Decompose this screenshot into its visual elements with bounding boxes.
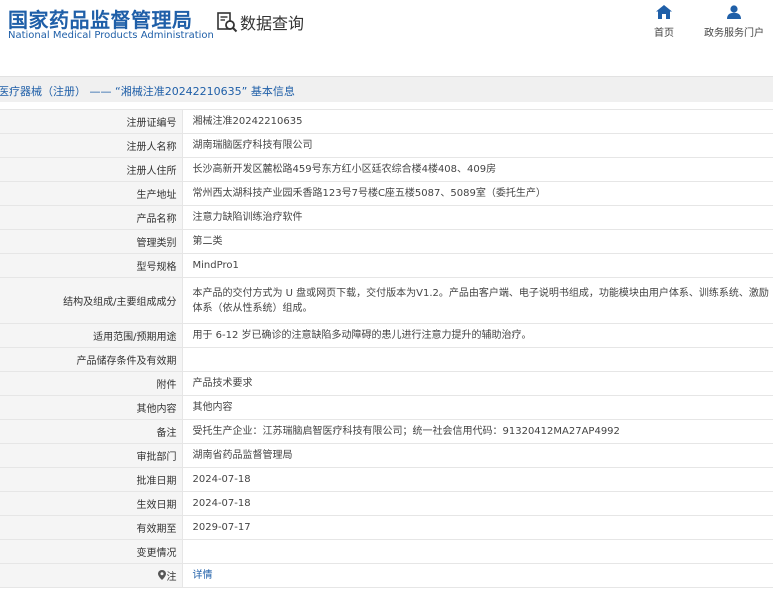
- field-value: 长沙高新开发区麓松路459号东方红小区廷农综合楼4楼408、409房: [182, 157, 773, 182]
- table-row: 适用范围/预期用途 用于 6-12 岁已确诊的注意缺陷多动障碍的患儿进行注意力提升…: [0, 323, 773, 348]
- field-label: 型号规格: [0, 253, 183, 278]
- site-header: 国家药品监督管理局 National Medical Products Admi…: [0, 0, 773, 56]
- table-row: 注册证编号 湘械注准20242210635: [0, 109, 773, 134]
- field-value: 注意力缺陷训练治疗软件: [182, 205, 773, 230]
- field-label: 注册证编号: [0, 109, 183, 134]
- table-row: 变更情况: [0, 539, 773, 564]
- table-row: 结构及组成/主要组成成分 本产品的交付方式为 U 盘或网页下载，交付版本为V1.2…: [0, 277, 773, 324]
- note-label-cell: 注: [0, 563, 183, 588]
- field-value: 受托生产企业：江苏瑞脑启智医疗科技有限公司；统一社会信用代码：91320412M…: [182, 419, 773, 444]
- field-value: 用于 6-12 岁已确诊的注意缺陷多动障碍的患儿进行注意力提升的辅助治疗。: [182, 323, 773, 348]
- home-icon: [656, 5, 672, 19]
- field-value: 2024-07-18: [182, 491, 773, 516]
- detail-table: 注册证编号 湘械注准20242210635 注册人名称 湖南瑞脑医疗科技有限公司 注…: [0, 109, 773, 588]
- table-row: 管理类别 第二类: [0, 229, 773, 254]
- document-search-icon: [217, 12, 238, 33]
- table-row: 产品储存条件及有效期: [0, 347, 773, 372]
- nav-gov-portal[interactable]: 政务服务门户: [700, 5, 768, 39]
- field-label: 其他内容: [0, 395, 183, 420]
- field-label: 审批部门: [0, 443, 183, 468]
- field-value: [182, 539, 773, 564]
- field-label: 生效日期: [0, 491, 183, 516]
- table-row: 注册人住所 长沙高新开发区麓松路459号东方红小区廷农综合楼4楼408、409房: [0, 157, 773, 182]
- field-value: 湖南瑞脑医疗科技有限公司: [182, 133, 773, 158]
- field-value: 产品技术要求: [182, 371, 773, 396]
- table-row: 生效日期 2024-07-18: [0, 491, 773, 516]
- field-label: 产品储存条件及有效期: [0, 347, 183, 372]
- note-value: 详情: [182, 563, 773, 588]
- field-value: 第二类: [182, 229, 773, 254]
- field-label: 注册人住所: [0, 157, 183, 182]
- field-label: 批准日期: [0, 467, 183, 492]
- nav-gov-label: 政务服务门户: [704, 28, 764, 39]
- field-value: 常州西太湖科技产业园禾香路123号7号楼C座五楼5087、5089室（委托生产）: [182, 181, 773, 206]
- table-row: 其他内容 其他内容: [0, 395, 773, 420]
- record-title: 医疗器械（注册） —— “湘械注准20242210635” 基本信息: [0, 85, 295, 98]
- table-row: 审批部门 湖南省药品监督管理局: [0, 443, 773, 468]
- data-query-title: 数据查询: [240, 14, 305, 33]
- table-row: 产品名称 注意力缺陷训练治疗软件: [0, 205, 773, 230]
- table-row: 有效期至 2029-07-17: [0, 515, 773, 540]
- table-row: 生产地址 常州西太湖科技产业园禾香路123号7号楼C座五楼5087、5089室（委…: [0, 181, 773, 206]
- field-value: MindPro1: [182, 253, 773, 278]
- field-value: 湘械注准20242210635: [182, 109, 773, 134]
- field-label: 有效期至: [0, 515, 183, 540]
- field-label: 结构及组成/主要组成成分: [0, 277, 183, 324]
- field-value: 2029-07-17: [182, 515, 773, 540]
- field-value: [182, 347, 773, 372]
- field-label: 变更情况: [0, 539, 183, 564]
- table-row: 型号规格 MindPro1: [0, 253, 773, 278]
- field-value: 湖南省药品监督管理局: [182, 443, 773, 468]
- field-label: 适用范围/预期用途: [0, 323, 183, 348]
- field-value: 本产品的交付方式为 U 盘或网页下载，交付版本为V1.2。产品由客户端、电子说明…: [182, 277, 773, 324]
- details-link[interactable]: 详情: [193, 570, 213, 581]
- table-row: 附件 产品技术要求: [0, 371, 773, 396]
- user-icon: [727, 5, 741, 19]
- pin-icon: [157, 570, 166, 581]
- field-label: 生产地址: [0, 181, 183, 206]
- field-label: 产品名称: [0, 205, 183, 230]
- field-value: 其他内容: [182, 395, 773, 420]
- site-logo-en[interactable]: National Medical Products Administration: [8, 30, 214, 41]
- table-row: 备注 受托生产企业：江苏瑞脑启智医疗科技有限公司；统一社会信用代码：9132041…: [0, 419, 773, 444]
- nav-home[interactable]: 首页: [650, 5, 678, 39]
- field-label: 备注: [0, 419, 183, 444]
- record-title-bar: 医疗器械（注册） —— “湘械注准20242210635” 基本信息: [0, 76, 773, 102]
- field-value: 2024-07-18: [182, 467, 773, 492]
- field-label: 注册人名称: [0, 133, 183, 158]
- table-row: 注 详情: [0, 563, 773, 588]
- site-logo-cn[interactable]: 国家药品监督管理局: [8, 4, 193, 33]
- data-query-heading: 数据查询: [216, 10, 304, 34]
- table-row: 批准日期 2024-07-18: [0, 467, 773, 492]
- note-label: 注: [157, 568, 177, 583]
- field-label: 附件: [0, 371, 183, 396]
- table-row: 注册人名称 湖南瑞脑医疗科技有限公司: [0, 133, 773, 158]
- field-label: 管理类别: [0, 229, 183, 254]
- nav-home-label: 首页: [654, 28, 674, 39]
- note-label-text: 注: [166, 571, 177, 583]
